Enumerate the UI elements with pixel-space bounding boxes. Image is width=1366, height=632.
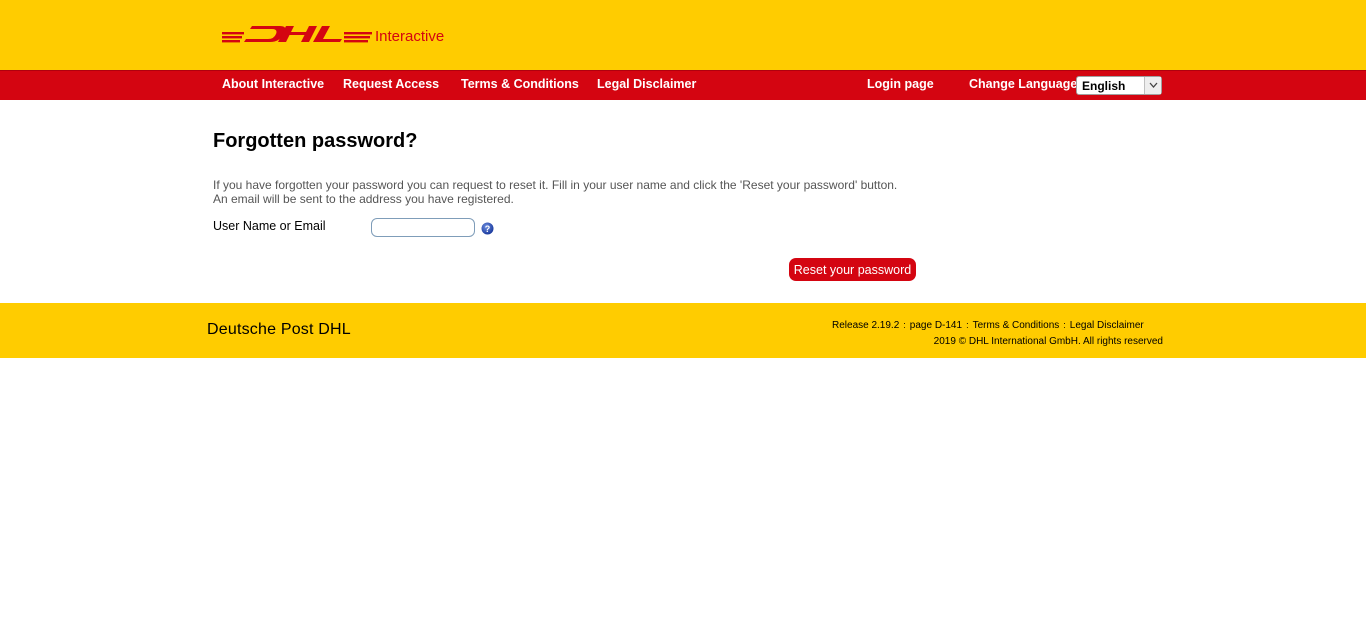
dhl-logo-icon (222, 26, 372, 43)
intro-text: If you have forgotten your password you … (213, 178, 897, 206)
intro-line-2: An email will be sent to the address you… (213, 192, 514, 206)
svg-text:?: ? (485, 224, 491, 234)
page-title: Forgotten password? (213, 130, 418, 152)
logo-subtitle: Interactive (375, 28, 445, 45)
footer-copyright: 2019 © DHL International GmbH. All right… (933, 336, 1163, 347)
username-email-label: User Name or Email (213, 219, 326, 233)
page-id: page D-141 (909, 320, 963, 331)
change-language-label: Change Language (969, 77, 1078, 91)
nav-request-access[interactable]: Request Access (343, 77, 439, 91)
separator: : (1063, 320, 1066, 330)
chevron-down-icon[interactable] (1144, 77, 1161, 94)
header: Interactive (0, 0, 1366, 70)
nav-terms-conditions[interactable]: Terms & Conditions (461, 77, 579, 91)
dhl-logo[interactable]: Interactive (222, 20, 444, 50)
footer-release-line: Release 2.19.2: page D-141: Terms & Condit… (832, 320, 1144, 331)
footer-terms-link[interactable]: Terms & Conditions (973, 320, 1060, 331)
nav-legal-disclaimer[interactable]: Legal Disclaimer (597, 77, 696, 91)
language-select-value: English (1082, 79, 1126, 93)
separator: : (966, 320, 969, 330)
nav-about-interactive[interactable]: About Interactive (222, 77, 324, 91)
release-version: Release 2.19.2 (832, 320, 900, 331)
footer-disclaimer-link[interactable]: Legal Disclaimer (1070, 320, 1144, 331)
separator: : (903, 320, 906, 330)
footer-brand: Deutsche Post DHL (207, 321, 351, 338)
help-icon[interactable]: ? (481, 222, 494, 235)
reset-password-button[interactable]: Reset your password (789, 258, 916, 281)
footer: Deutsche Post DHL Release 2.19.2: page D-… (0, 303, 1366, 358)
language-select[interactable]: English (1076, 76, 1162, 95)
nav-login-page[interactable]: Login page (867, 77, 934, 91)
username-email-input[interactable] (371, 218, 475, 237)
intro-line-1: If you have forgotten your password you … (213, 178, 898, 192)
